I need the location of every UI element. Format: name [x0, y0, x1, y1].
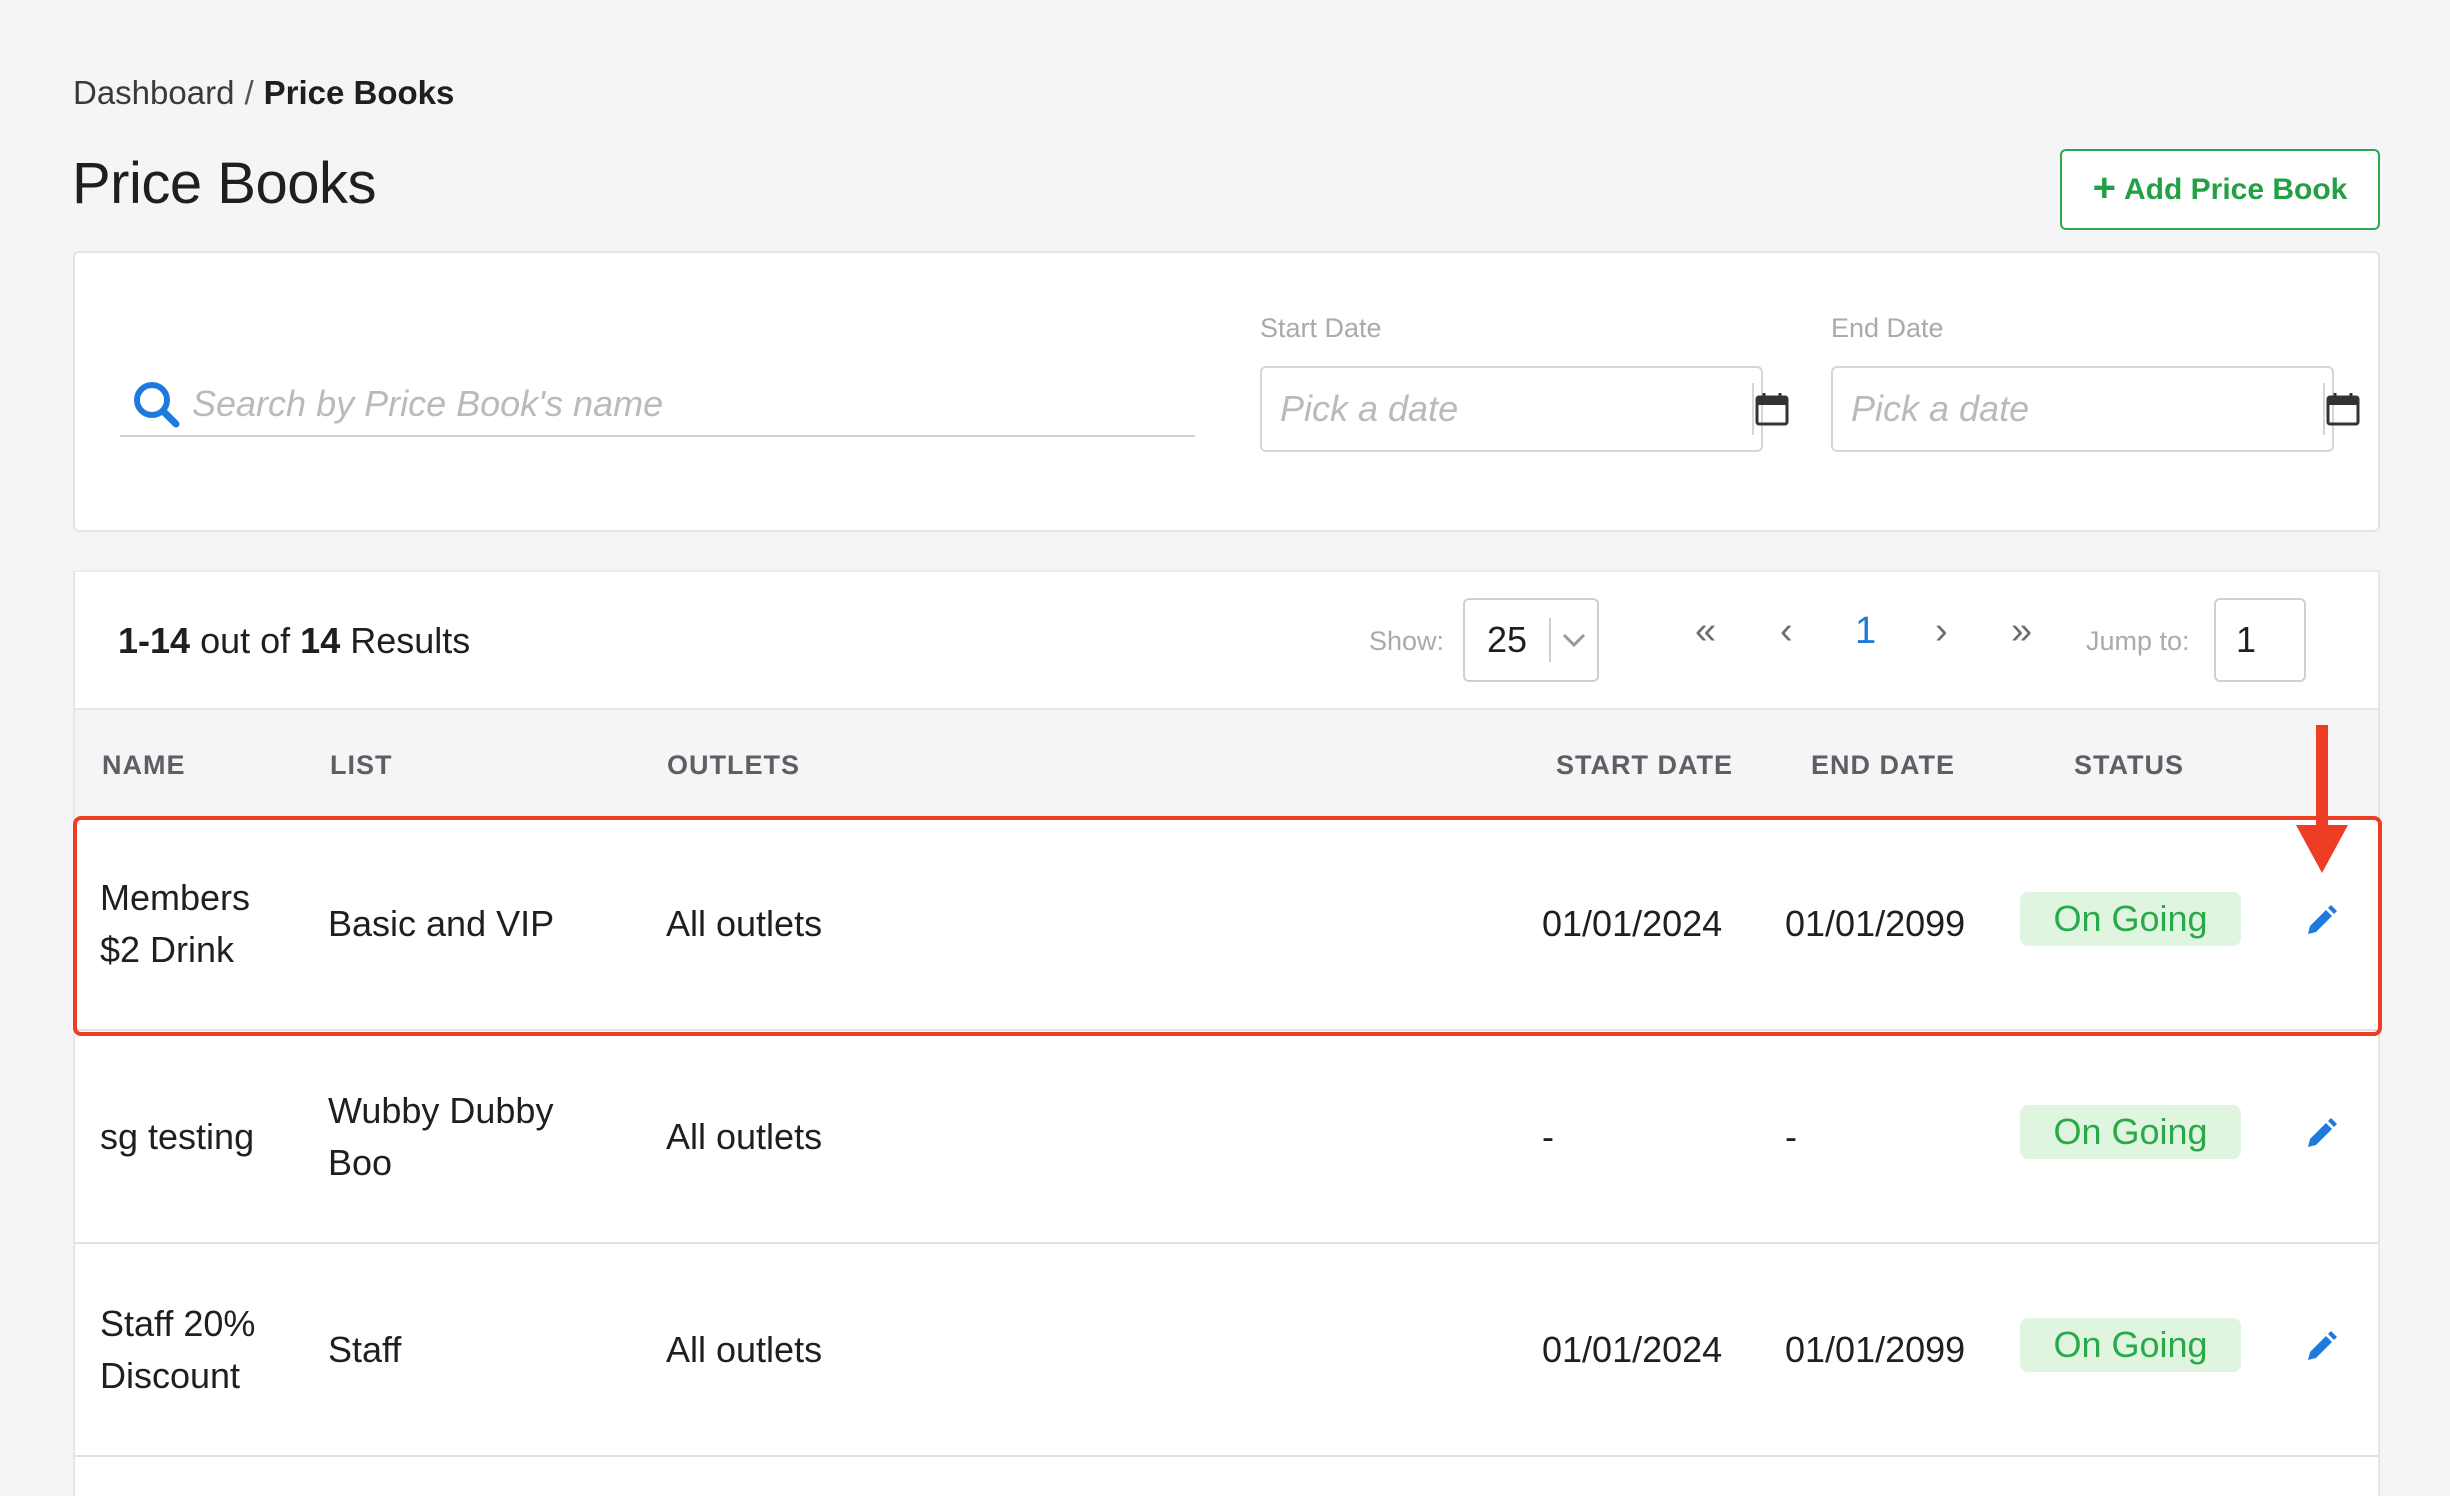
add-price-book-button[interactable]: + Add Price Book [2060, 149, 2380, 230]
table-row[interactable]: sg testing Wubby Dubby Boo All outlets -… [75, 1031, 2378, 1244]
start-date-input[interactable] [1262, 368, 1752, 450]
breadcrumb: Dashboard / Price Books [73, 74, 454, 112]
table-row[interactable]: Members $2 Drink Basic and VIP All outle… [75, 818, 2378, 1031]
edit-pencil-icon[interactable] [2304, 904, 2338, 938]
breadcrumb-current: Price Books [263, 74, 455, 111]
table-header: NAME LIST OUTLETS START DATE END DATE ST… [75, 708, 2378, 818]
row-start-date: - [1542, 1116, 1554, 1157]
row-outlets: All outlets [666, 1116, 823, 1157]
row-start-date: 01/01/2024 [1542, 1329, 1723, 1370]
status-badge: On Going [2020, 1318, 2241, 1372]
prev-page-button[interactable]: ‹ [1780, 610, 1793, 653]
row-outlets: All outlets [666, 903, 823, 944]
first-page-button[interactable]: « [1695, 610, 1716, 653]
row-name: Staff 20% Discount [100, 1298, 255, 1402]
start-date-picker[interactable] [1260, 366, 1789, 452]
row-list-line: Wubby Dubby [328, 1090, 554, 1131]
last-page-button[interactable]: » [2011, 610, 2032, 653]
row-name-line: Discount [100, 1355, 241, 1396]
row-list-line: Boo [328, 1142, 393, 1183]
row-list: Staff [328, 1329, 402, 1370]
search-input[interactable] [192, 383, 1195, 425]
search-icon [134, 382, 180, 428]
jump-to-label: Jump to: [2086, 626, 2190, 656]
calendar-icon[interactable] [2323, 383, 2361, 435]
status-badge: On Going [2020, 1105, 2241, 1159]
results-range: 1-14 [118, 620, 191, 661]
column-header-status[interactable]: STATUS [2074, 750, 2184, 781]
calendar-icon[interactable] [1752, 383, 1790, 435]
breadcrumb-separator: / [244, 74, 254, 111]
edit-pencil-icon[interactable] [2304, 1330, 2338, 1364]
end-date-label: End Date [1831, 313, 1944, 343]
jump-to-input[interactable] [2214, 598, 2306, 682]
row-end-date: 01/01/2099 [1785, 903, 1966, 944]
results-total: 14 [300, 620, 341, 661]
row-list: Basic and VIP [328, 903, 555, 944]
results-card: 1-14 out of 14 Results Show: 25 « ‹ 1 › … [73, 570, 2380, 1496]
add-price-book-label: Add Price Book [2123, 172, 2348, 206]
column-header-outlets[interactable]: OUTLETS [667, 750, 800, 781]
search-field [120, 373, 1195, 437]
page-size-value: 25 [1487, 619, 1528, 660]
row-list: Wubby Dubby Boo [328, 1085, 553, 1189]
column-header-end-date[interactable]: END DATE [1811, 750, 1955, 781]
breadcrumb-dashboard-link[interactable]: Dashboard [73, 74, 234, 112]
row-name-line: Members [100, 877, 251, 918]
table-row[interactable]: Staff 20% Discount Staff All outlets 01/… [75, 1244, 2378, 1457]
row-start-date: 01/01/2024 [1542, 903, 1723, 944]
end-date-picker[interactable] [1831, 366, 2360, 452]
page-number-current[interactable]: 1 [1855, 610, 1876, 653]
chevron-down-icon [1551, 632, 1597, 648]
page-title: Price Books [72, 151, 376, 216]
row-end-date: 01/01/2099 [1785, 1329, 1966, 1370]
price-books-page: Dashboard / Price Books Price Books + Ad… [0, 0, 2450, 1496]
filter-card: Start Date End Date [73, 251, 2380, 532]
column-header-start-date[interactable]: START DATE [1556, 750, 1733, 781]
status-badge: On Going [2020, 892, 2241, 946]
next-page-button[interactable]: › [1935, 610, 1948, 653]
column-header-name[interactable]: NAME [102, 750, 186, 781]
row-name-line: Staff 20% [100, 1303, 256, 1344]
column-header-list[interactable]: LIST [330, 750, 393, 781]
page-size-select[interactable]: 25 [1463, 598, 1599, 682]
end-date-input[interactable] [1833, 368, 2323, 450]
show-label: Show: [1369, 626, 1445, 656]
results-suffix: Results [350, 620, 471, 661]
plus-icon: + [2092, 165, 2116, 210]
row-name: sg testing [100, 1116, 255, 1157]
results-count: 1-14 out of 14 Results [118, 620, 470, 662]
row-outlets: All outlets [666, 1329, 823, 1370]
row-end-date: - [1785, 1116, 1797, 1157]
row-name: Members $2 Drink [100, 872, 250, 976]
results-out-of: out of [200, 620, 291, 661]
row-name-line: $2 Drink [100, 929, 235, 970]
edit-pencil-icon[interactable] [2304, 1117, 2338, 1151]
start-date-label: Start Date [1260, 313, 1382, 343]
